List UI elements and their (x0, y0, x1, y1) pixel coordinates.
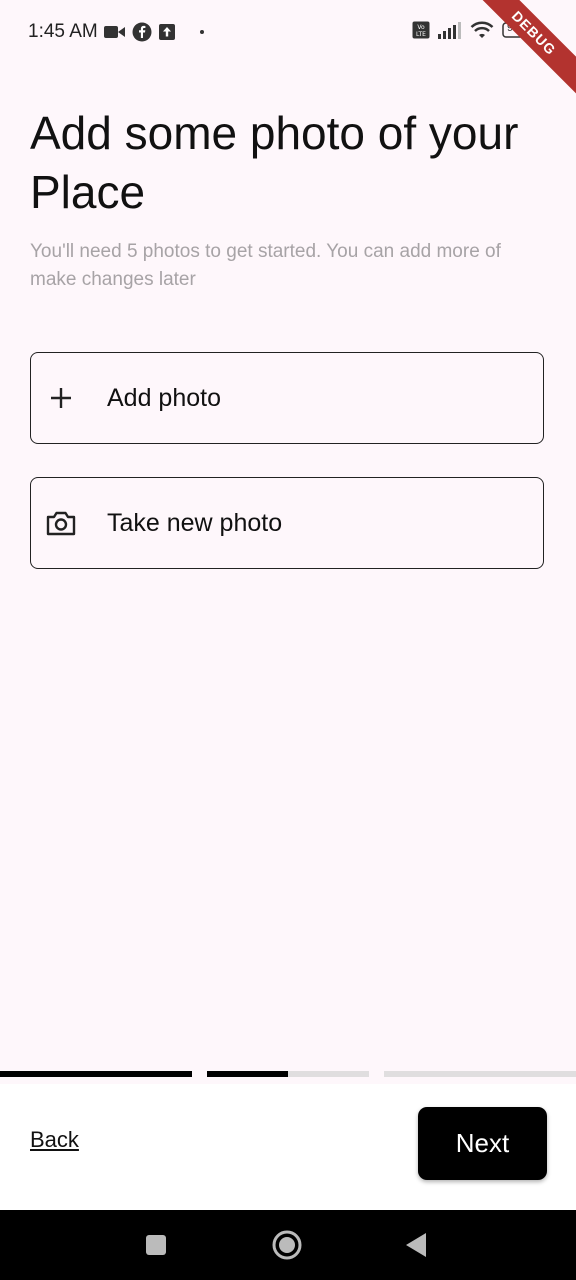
page-title: Add some photo of your Place (30, 107, 519, 218)
back-button[interactable]: Back (30, 1127, 79, 1153)
recents-icon[interactable] (140, 1224, 172, 1266)
video-icon (103, 24, 126, 40)
back-icon[interactable] (400, 1224, 432, 1266)
add-photo-button[interactable]: Add photo (30, 352, 544, 444)
page-subtitle: You'll need 5 photos to get started. You… (30, 241, 501, 290)
facebook-icon (132, 22, 152, 42)
take-new-photo-button[interactable]: Take new photo (30, 477, 544, 569)
upload-icon (158, 23, 176, 41)
progress-step-3 (384, 1071, 576, 1077)
status-bar: 1:45 AM VoLTE 96 (0, 0, 576, 64)
notification-dot (199, 30, 204, 34)
camera-icon (31, 509, 91, 537)
home-icon[interactable] (268, 1224, 306, 1266)
add-photo-label: Add photo (107, 383, 221, 412)
volte-icon: Vo LTE (412, 21, 430, 39)
next-button[interactable]: Next (418, 1107, 547, 1180)
signal-icon (438, 21, 462, 39)
wifi-icon (470, 20, 494, 40)
status-left: 1:45 AM (28, 21, 204, 43)
svg-text:Vo: Vo (417, 24, 425, 31)
svg-text:LTE: LTE (416, 31, 426, 38)
status-time: 1:45 AM (28, 21, 98, 42)
plus-icon (31, 385, 91, 411)
progress-step-1 (0, 1071, 192, 1077)
progress-step-2 (207, 1071, 369, 1077)
take-new-photo-label: Take new photo (107, 508, 283, 537)
